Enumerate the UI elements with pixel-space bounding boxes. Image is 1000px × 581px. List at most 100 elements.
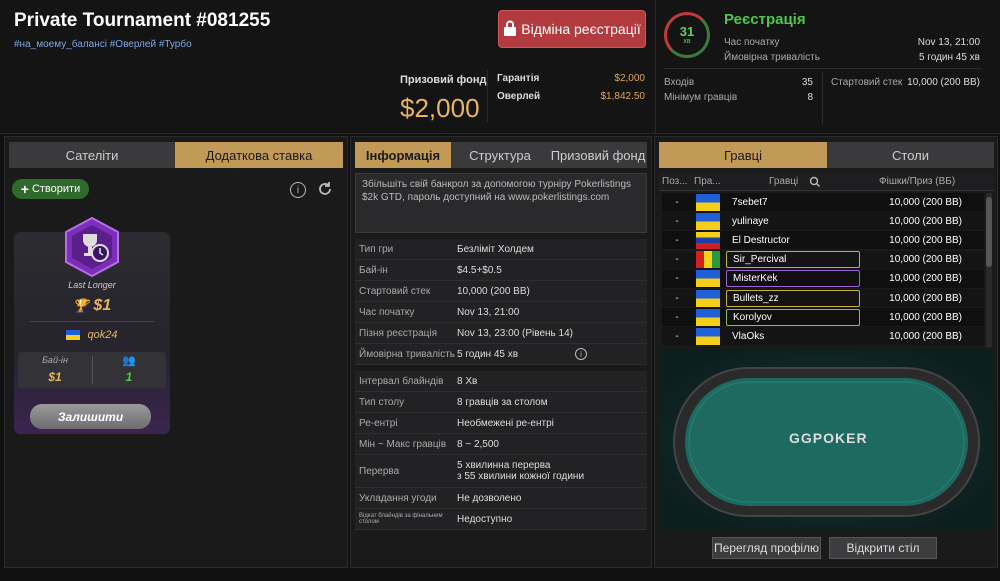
info-row: Перерва 5 хвилинна перерва з 55 хвилини к… [355, 455, 647, 488]
tab-structure[interactable]: Структура [451, 142, 549, 168]
tab-side-bet[interactable]: Додаткова ставка [175, 142, 343, 168]
player-chips: 10,000 (200 BB) [889, 215, 962, 227]
tab-tables[interactable]: Столи [827, 142, 994, 168]
player-row[interactable]: - yulinaye 10,000 (200 BB) [662, 212, 984, 232]
info-key: Тип столу [359, 396, 405, 408]
info-key: Перерва [359, 465, 400, 477]
last-longer-label: Last Longer [68, 280, 116, 290]
search-icon[interactable] [809, 175, 821, 193]
country-flag-icon [696, 251, 720, 269]
ggpoker-logo: GGPOKER [789, 430, 868, 446]
player-row[interactable]: - Bullets_zz 10,000 (200 BB) [662, 289, 984, 308]
player-name: Korolyov [726, 308, 860, 326]
info-key: Ймовірна тривалість [359, 348, 455, 360]
info-row: Відкат блайндів за фінальним столом Недос… [355, 509, 647, 530]
players-value: 1 [125, 370, 133, 384]
player-chips: 10,000 (200 BB) [889, 196, 962, 208]
info-row: Ре-ентрі Необмежені ре-ентрі [355, 413, 647, 434]
tab-satellites[interactable]: Сателіти [9, 142, 175, 168]
player-row[interactable]: - Sir_Percival 10,000 (200 BB) [662, 250, 984, 270]
create-button[interactable]: + Створити [12, 179, 89, 199]
info-row: Тип столу 8 гравців за столом [355, 392, 647, 413]
info-value: 8 гравців за столом [457, 396, 548, 408]
info-value: 8 ~ 2,500 [457, 438, 499, 450]
players-scrollbar[interactable] [986, 193, 992, 347]
divider [664, 68, 982, 69]
player-row[interactable]: - 7sebet7 10,000 (200 BB) [662, 193, 984, 212]
plus-icon: + [20, 181, 29, 197]
info-value: Не дозволено [457, 492, 522, 504]
info-key: Тип гри [359, 243, 394, 255]
start-time-label: Час початку [724, 37, 780, 48]
timer-unit: хв [683, 37, 691, 45]
player-name: 7sebet7 [732, 196, 768, 208]
player-name: MisterKek [726, 270, 860, 288]
info-key: Мін ~ Макс гравців [359, 438, 447, 450]
guarantee-label: Гарантія [497, 73, 540, 84]
view-profile-button[interactable]: Перегляд профілю [712, 537, 821, 559]
col-chips[interactable]: Фішки/Приз (ВБ) [879, 176, 955, 187]
overlay-value: $1,842.50 [600, 91, 646, 102]
info-key: Пізня реєстрація [359, 327, 438, 339]
create-button-label: Створити [31, 183, 81, 195]
duration-value: 5 годин 45 хв [918, 52, 980, 63]
player-name: El Destructor [732, 234, 790, 246]
info-row: Ймовірна тривалість 5 годин 45 хв i [355, 344, 647, 365]
info-value: Nov 13, 21:00 [457, 306, 520, 318]
player-row[interactable]: - Korolyov 10,000 (200 BB) [662, 308, 984, 328]
info-key: Інтервал блайндів [359, 375, 444, 387]
stay-button[interactable]: Залишити [30, 404, 151, 429]
info-value: Необмежені ре-ентрі [457, 417, 554, 429]
overlay-label: Оверлей [497, 91, 541, 102]
card-stats: Бай-ін $1 👥 1 [18, 352, 166, 388]
cancel-registration-label: Відміна реєстрації [521, 21, 641, 37]
info-icon[interactable]: i [290, 182, 306, 198]
country-flag-icon [696, 289, 720, 307]
last-longer-amount: $1 [93, 297, 112, 314]
tab-players[interactable]: Гравці [659, 142, 827, 168]
ukraine-flag-icon [66, 330, 81, 341]
player-row[interactable]: - VlaOks 10,000 (200 BB) [662, 327, 984, 347]
info-key: Час початку [359, 306, 415, 318]
country-flag-icon [696, 193, 720, 211]
player-chips: 10,000 (200 BB) [889, 273, 962, 285]
player-position: - [675, 254, 679, 266]
registration-status: Реєстрація [724, 11, 806, 28]
col-position[interactable]: Поз... [662, 176, 688, 187]
info-row: Мін ~ Макс гравців 8 ~ 2,500 [355, 434, 647, 455]
info-value: 5 годин 45 хв [457, 348, 519, 360]
card-owner-name: qok24 [87, 329, 118, 341]
info-key: Ре-ентрі [359, 417, 398, 429]
prize-fund-label: Призовий фонд [400, 74, 487, 86]
cancel-registration-button[interactable]: Відміна реєстрації [498, 10, 646, 48]
tab-information[interactable]: Інформація [355, 142, 451, 168]
player-row[interactable]: - El Destructor 10,000 (200 BB) [662, 231, 984, 251]
col-players[interactable]: Гравці [769, 176, 798, 187]
info-key: Відкат блайндів за фінальним столом [359, 513, 443, 525]
player-position: - [675, 215, 679, 227]
guarantee-value: $2,000 [614, 73, 645, 84]
col-flag[interactable]: Пра... [694, 176, 721, 187]
player-row[interactable]: - MisterKek 10,000 (200 BB) [662, 269, 984, 289]
player-chips: 10,000 (200 BB) [889, 234, 962, 246]
tab-prize-fund[interactable]: Призовий фонд [549, 142, 647, 168]
start-stack-value: 10,000 (200 BB) [907, 77, 980, 88]
timer-value: 31 [679, 23, 695, 39]
player-name: Sir_Percival [726, 251, 860, 269]
info-icon[interactable]: i [575, 348, 587, 360]
start-time-value: Nov 13, 21:00 [917, 37, 980, 48]
player-chips: 10,000 (200 BB) [889, 311, 962, 323]
open-table-button[interactable]: Відкрити стіл [829, 537, 937, 559]
buyin-label: Бай-ін [42, 355, 68, 365]
entries-label: Входів [664, 77, 695, 88]
refresh-icon[interactable] [317, 181, 333, 202]
tournament-title: Private Tournament #081255 [14, 10, 271, 31]
country-flag-icon [696, 231, 720, 249]
player-chips: 10,000 (200 BB) [889, 292, 962, 304]
info-row: Стартовий стек 10,000 (200 BB) [355, 281, 647, 302]
player-name: Bullets_zz [726, 289, 860, 307]
lock-icon [503, 20, 517, 39]
info-row: Бай-ін $4.5+$0.5 [355, 260, 647, 281]
player-name: VlaOks [732, 330, 765, 342]
info-value: $4.5+$0.5 [457, 264, 502, 276]
